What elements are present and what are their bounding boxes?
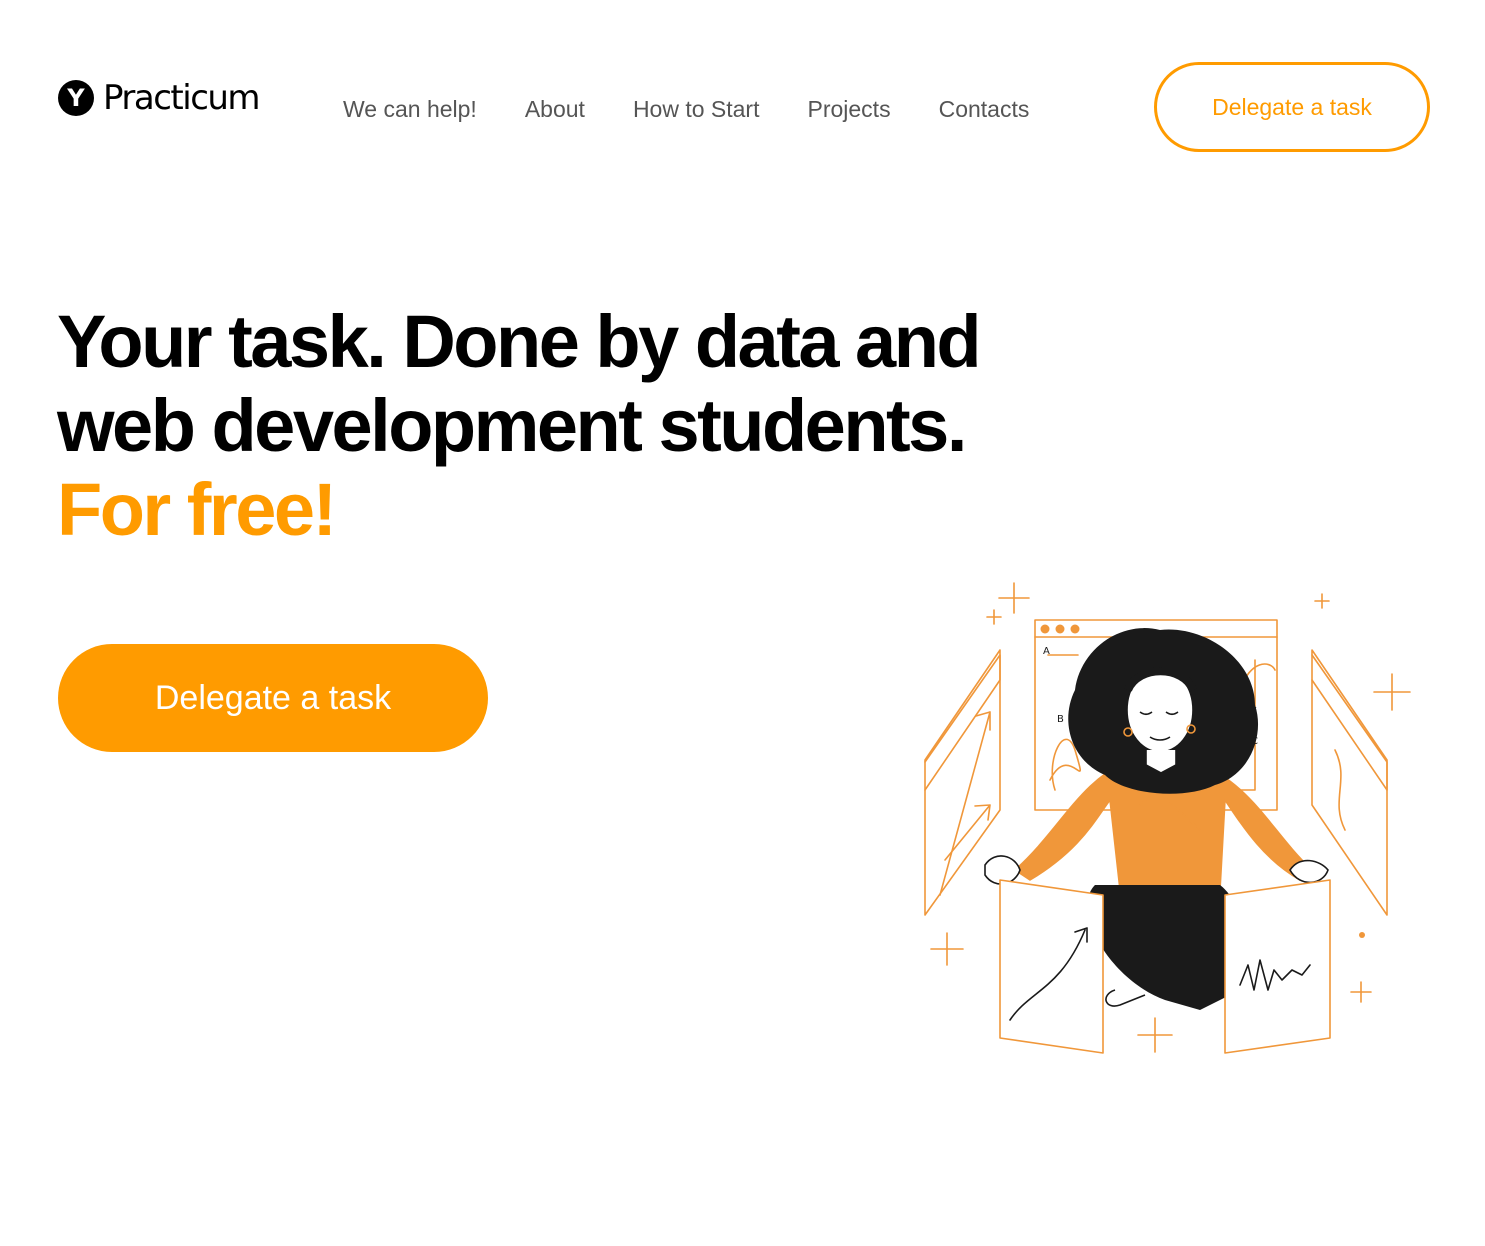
sparkle-icon	[1137, 1017, 1173, 1053]
hero-illustration: A B F C E	[900, 570, 1430, 1070]
hero-title-line-2: web development students.	[57, 384, 967, 467]
sparkle-icon	[986, 609, 1002, 625]
main-nav: We can help! About How to Start Projects…	[343, 92, 1029, 126]
meditating-woman-illustration: A B F C E	[924, 582, 1411, 1054]
logo-link[interactable]: Y Practicum	[58, 78, 261, 118]
sparkle-icon	[998, 582, 1030, 614]
chart-label-b: B	[1057, 714, 1064, 725]
header-delegate-task-button[interactable]: Delegate a task	[1154, 62, 1430, 152]
hero-title-accent: For free!	[57, 468, 337, 551]
nav-link-projects[interactable]: Projects	[807, 92, 890, 126]
brand-name: Practicum	[103, 78, 261, 118]
nav-link-we-can-help[interactable]: We can help!	[343, 92, 477, 126]
nav-link-about[interactable]: About	[525, 92, 585, 126]
chart-label-e: E	[1230, 766, 1236, 777]
nav-link-contacts[interactable]: Contacts	[939, 92, 1030, 126]
sparkle-icon	[1373, 673, 1411, 711]
chart-label-c: C	[1251, 736, 1258, 747]
nav-link-how-to-start[interactable]: How to Start	[633, 92, 760, 126]
hero-title-line-1: Your task. Done by data and	[57, 300, 982, 383]
sparkle-icon	[1314, 593, 1330, 609]
yandex-logo-icon: Y	[58, 80, 94, 116]
chart-label-f: F	[1251, 706, 1257, 717]
sparkle-icon	[930, 932, 964, 966]
hero-title: Your task. Done by data and web developm…	[57, 300, 1057, 552]
sparkle-icon	[1350, 981, 1372, 1003]
chart-label-a: A	[1043, 646, 1050, 657]
hero-delegate-task-button[interactable]: Delegate a task	[58, 644, 488, 752]
